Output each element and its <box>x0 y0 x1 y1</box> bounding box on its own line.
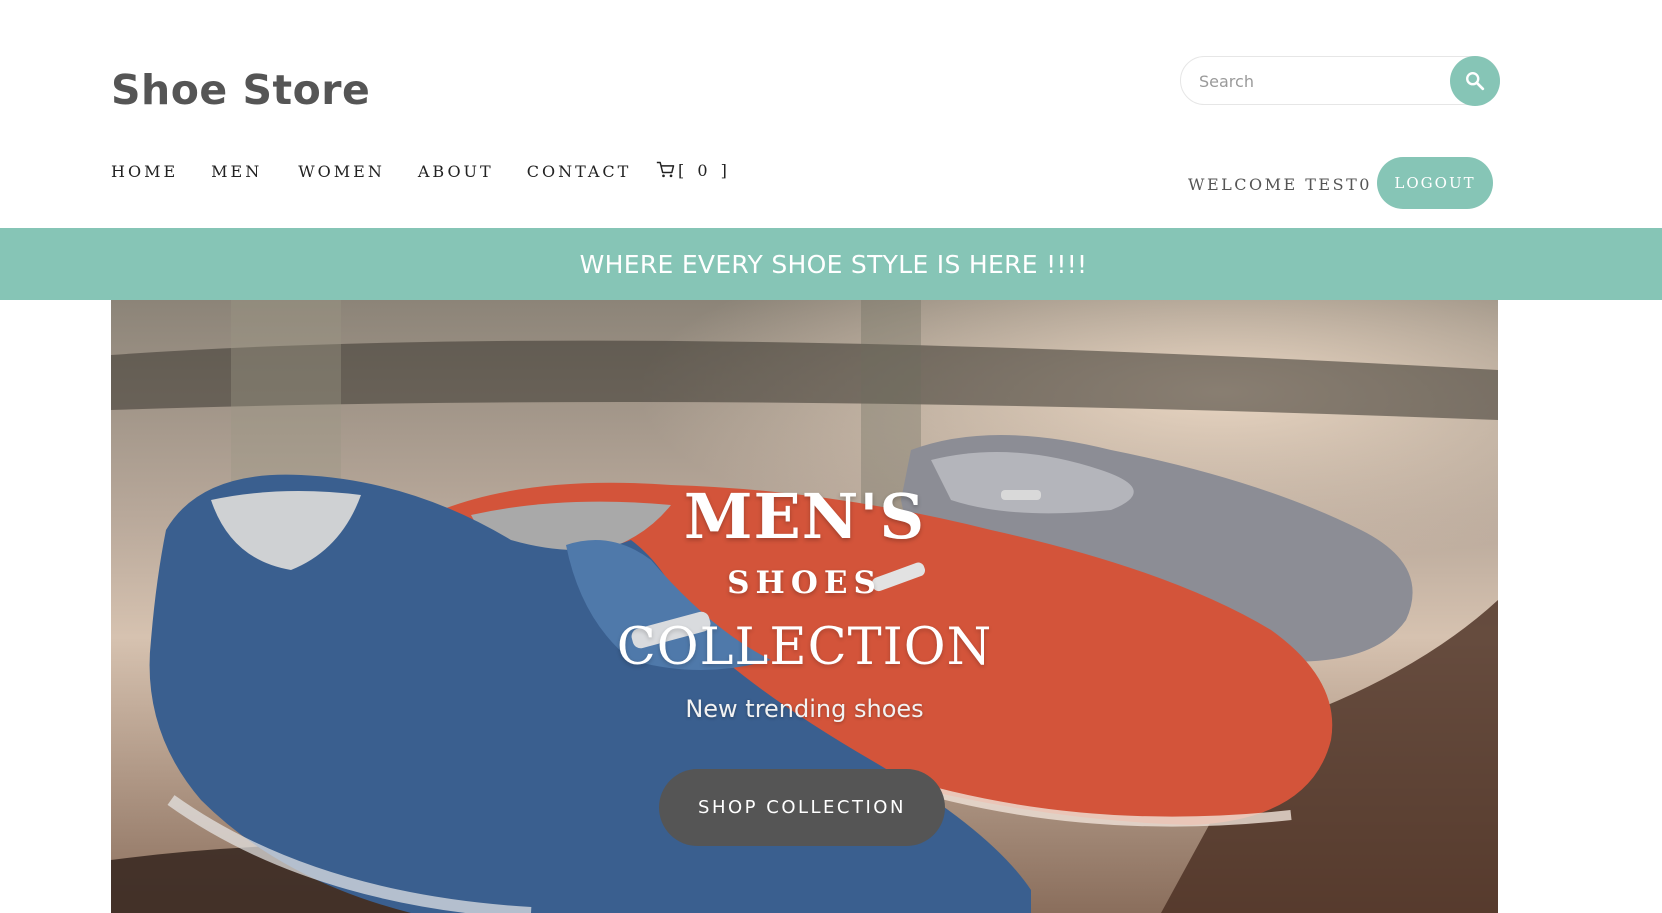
nav-women[interactable]: WOMEN <box>298 162 385 181</box>
nav-about[interactable]: ABOUT <box>418 162 494 181</box>
cart-icon <box>656 161 675 178</box>
hero-title: MEN'S <box>683 480 926 553</box>
main-nav: HOME MEN WOMEN ABOUT CONTACT <box>111 162 631 181</box>
hero-subtitle: SHOES <box>727 565 882 601</box>
promo-banner: WHERE EVERY SHOE STYLE IS HERE !!!! <box>0 228 1662 300</box>
nav-contact[interactable]: CONTACT <box>527 162 632 181</box>
search-button[interactable] <box>1450 56 1500 106</box>
search-icon <box>1466 72 1485 91</box>
hero-tagline: New trending shoes <box>685 695 924 723</box>
hero-content: MEN'S SHOES COLLECTION New trending shoe… <box>111 300 1498 913</box>
site-logo[interactable]: Shoe Store <box>111 66 370 114</box>
nav-men[interactable]: MEN <box>211 162 262 181</box>
logout-button[interactable]: LOGOUT <box>1377 157 1493 209</box>
hero-collection: COLLECTION <box>616 618 993 677</box>
nav-home[interactable]: HOME <box>111 162 178 181</box>
shop-collection-button[interactable]: SHOP COLLECTION <box>659 769 945 846</box>
cart-count: [ 0 ] <box>678 160 731 180</box>
search-input[interactable] <box>1197 57 1431 106</box>
cart-link[interactable]: [ 0 ] <box>656 160 731 180</box>
banner-text: WHERE EVERY SHOE STYLE IS HERE !!!! <box>579 249 1088 279</box>
page: Shoe Store HOME MEN WOMEN ABOUT CONTACT … <box>0 0 1662 913</box>
welcome-text: WELCOME TEST0 <box>1188 175 1372 194</box>
hero-section: MEN'S SHOES COLLECTION New trending shoe… <box>111 300 1498 913</box>
